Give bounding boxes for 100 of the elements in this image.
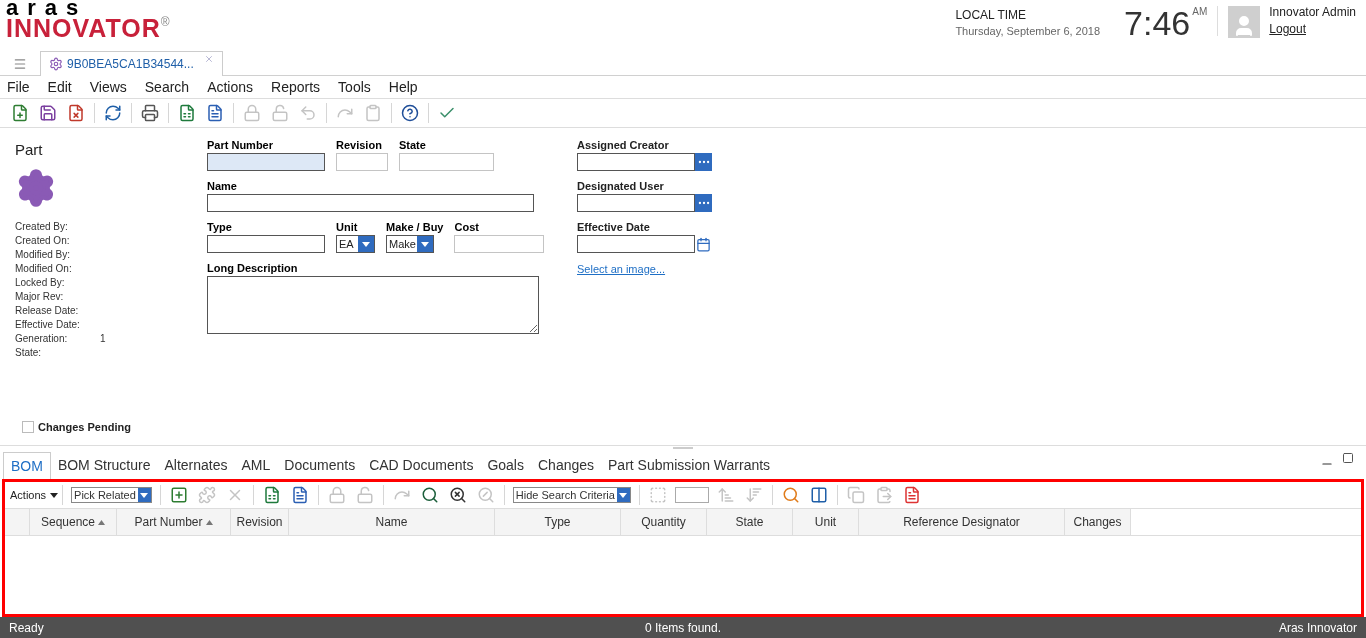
text-field[interactable] [207,153,325,171]
logout-link[interactable]: Logout [1269,20,1356,38]
meta-label: Generation: [15,331,69,346]
menu-item[interactable]: Views [89,80,127,94]
dropdown-value: Hide Search Criteria [514,489,616,501]
menu-item[interactable]: Edit [47,80,72,94]
document-tab[interactable]: 9B0BEA5CA1B34544... [40,51,223,76]
relationship-tab[interactable]: Goals [480,452,531,479]
relationship-tab[interactable]: AML [234,452,278,479]
column-header[interactable]: State [707,509,793,535]
dropdown-field[interactable]: EA [336,235,375,253]
maximize-icon[interactable] [1342,452,1354,464]
page-size-field[interactable] [674,487,709,503]
logo-title: INNOVATOR [6,16,161,40]
field-label: Make / Buy [386,220,444,234]
clock-time: 7:46 [1124,4,1191,42]
text-field[interactable] [577,235,695,253]
help-icon[interactable] [399,102,421,124]
items-count: 0 Items found. [644,619,721,637]
relationship-tab[interactable]: BOM Structure [50,452,158,479]
relationship-tab[interactable]: Part Submission Warrants [601,452,778,479]
meta-label: Major Rev: [15,289,65,304]
meridiem: AM [1192,5,1208,19]
dropdown-value: Pick Related [73,489,137,501]
actions-menu[interactable]: Actions [10,486,59,504]
menu-item[interactable]: Help [388,80,418,94]
meta-label: Modified By: [15,247,72,262]
menu-item[interactable]: Tools [338,80,371,94]
dropdown-field[interactable]: Pick Related [71,487,152,503]
dropdown-value: Make [388,238,417,250]
logo-wordmark: aras [6,0,88,16]
relationship-tab[interactable]: Changes [531,452,602,479]
field-label: Part Number [207,138,275,152]
field-label: Unit [336,220,359,234]
meta-label: Release Date: [15,303,80,318]
field-label: Name [207,179,238,193]
text-area[interactable] [207,276,539,334]
text-field[interactable] [207,235,325,253]
caret-icon [619,492,628,498]
checkbox[interactable] [22,420,34,433]
relationship-tab[interactable]: Alternates [157,452,235,479]
column-header[interactable]: Changes [1065,509,1131,535]
meta-value: 1 [100,331,106,346]
column-header[interactable]: Type [495,509,621,535]
status-text: Ready [9,619,45,637]
date-text: Thursday, September 6, 2018 [955,24,1101,39]
meta-label: Modified On: [15,261,73,276]
column-header[interactable]: Part Number [117,509,231,535]
app-name: Aras Innovator [1277,619,1357,637]
column-header[interactable]: Revision [231,509,289,535]
user-name: Innovator Admin [1269,4,1356,20]
dropdown-button[interactable] [137,488,151,502]
dropdown-button[interactable] [417,236,433,252]
meta-label: Created On: [15,233,71,248]
dropdown-button[interactable] [616,488,630,502]
registered-mark: ® [160,16,170,28]
dropdown-value: EA [338,238,355,250]
field-label: Effective Date [577,220,651,234]
checkbox-label: Changes Pending [38,419,131,435]
column-header[interactable]: Sequence [30,509,117,535]
menu-item[interactable]: Actions [207,80,254,94]
column-header[interactable]: Unit [793,509,859,535]
column-header[interactable]: Reference Designator [859,509,1065,535]
caret-icon [362,241,370,247]
text-field[interactable] [577,194,695,212]
calendar-icon [696,236,711,252]
column-header[interactable]: Name [289,509,495,535]
calendar-button[interactable] [695,235,712,253]
field-label: Cost [454,220,480,234]
caret-icon [140,492,149,498]
field-label: Assigned Creator [577,138,670,152]
relationship-tab[interactable]: BOM [3,452,51,479]
lookup-button[interactable] [695,194,712,212]
field-label: State [399,138,427,152]
field-label: Long Description [207,261,299,275]
meta-label: Locked By: [15,275,66,290]
dropdown-field[interactable]: Hide Search Criteria [512,487,631,503]
field-label: Designated User [577,179,665,193]
lookup-button[interactable] [695,153,712,171]
dropdown-field[interactable]: Make [386,235,434,253]
caret-icon [421,241,429,247]
text-field[interactable] [577,153,695,171]
relationship-tab[interactable]: CAD Documents [362,452,481,479]
menu-item[interactable]: File [7,80,30,94]
field-label: Revision [336,138,383,152]
caret-icon [50,492,59,498]
sort-ascending-icon [205,519,213,525]
close-icon [203,54,214,64]
menu-item[interactable]: Search [144,80,190,94]
item-type-title: Part [15,140,44,160]
select-image-link[interactable]: Select an image... [577,261,712,278]
local-time-label: LOCAL TIME [955,8,1028,23]
relationship-tab[interactable]: Documents [277,452,363,479]
printer-icon[interactable] [139,102,161,124]
dropdown-button[interactable] [358,236,374,252]
column-header[interactable]: Quantity [621,509,707,535]
meta-label: State: [15,345,43,360]
menu-item[interactable]: Reports [271,80,321,94]
meta-label: Created By: [15,219,69,234]
text-field[interactable] [207,194,534,212]
